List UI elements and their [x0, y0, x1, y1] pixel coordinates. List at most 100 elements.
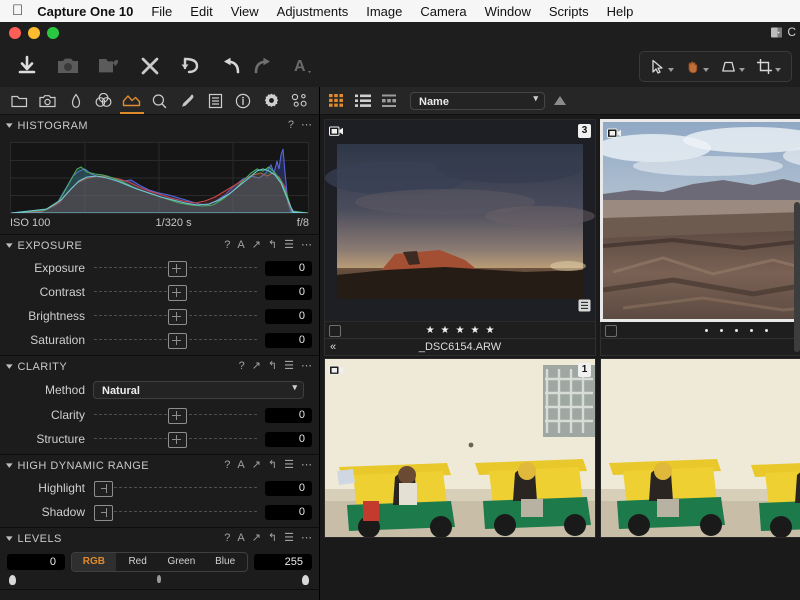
sidebar-item-color[interactable] — [93, 88, 115, 114]
reset-icon[interactable]: ↰ — [268, 240, 277, 251]
chevron-down-icon[interactable]: ▾ — [6, 240, 13, 251]
menu-item-view[interactable]: View — [231, 4, 259, 19]
slider-handle[interactable] — [168, 261, 187, 277]
keystone-tool-icon[interactable] — [716, 59, 749, 75]
help-icon[interactable]: ? — [224, 533, 230, 544]
chevron-down-icon[interactable]: ▾ — [6, 460, 13, 471]
thumbnail-checkbox[interactable] — [329, 325, 341, 337]
chevron-down-icon[interactable]: ▾ — [6, 361, 13, 372]
minimize-button[interactable] — [28, 27, 40, 39]
thumbnail-checkbox[interactable] — [605, 325, 617, 337]
chevron-down-icon[interactable] — [703, 68, 709, 72]
reset-icon[interactable]: ↰ — [268, 533, 277, 544]
menu-icon[interactable]: ☰ — [284, 460, 294, 471]
sidebar-item-local-adjustments[interactable] — [176, 88, 198, 114]
levels-channel-green[interactable]: Green — [160, 553, 204, 571]
clarity-slider[interactable] — [94, 407, 257, 423]
clarity-value[interactable]: 0 — [265, 408, 312, 423]
copy-icon[interactable]: ↗ — [252, 240, 261, 251]
saturation-slider[interactable] — [94, 332, 257, 348]
menu-item-edit[interactable]: Edit — [190, 4, 212, 19]
star-icon[interactable]: ★ — [470, 325, 479, 336]
delete-icon[interactable] — [137, 53, 163, 79]
menu-item-file[interactable]: File — [151, 4, 172, 19]
sidebar-item-metadata[interactable] — [232, 88, 254, 114]
auto-icon[interactable]: A — [237, 533, 244, 544]
shadow-slider[interactable] — [94, 504, 257, 520]
help-icon[interactable]: ? — [288, 120, 294, 131]
copy-icon[interactable]: ↗ — [252, 361, 261, 372]
sidebar-item-details[interactable] — [148, 88, 170, 114]
levels-white-marker[interactable] — [302, 575, 309, 585]
undo-icon[interactable] — [219, 53, 245, 79]
menu-icon[interactable]: ☰ — [284, 533, 294, 544]
thumbnail-image[interactable] — [600, 358, 800, 538]
import-images-icon[interactable] — [14, 53, 40, 79]
clarity-header[interactable]: ▾ CLARITY ? ↗ ↰ ☰ ⋯ — [0, 356, 319, 377]
browser-scrollbar[interactable] — [794, 202, 800, 352]
more-icon[interactable]: ⋯ — [301, 460, 312, 471]
copy-icon[interactable]: ↗ — [252, 533, 261, 544]
more-icon[interactable]: ⋯ — [301, 361, 312, 372]
sidebar-item-capture[interactable] — [37, 88, 59, 114]
zoom-button[interactable] — [47, 27, 59, 39]
chevron-down-icon[interactable] — [668, 68, 674, 72]
brightness-slider[interactable] — [94, 308, 257, 324]
sidebar-item-exposure[interactable] — [121, 88, 143, 114]
app-name-label[interactable]: Capture One 10 — [37, 4, 133, 19]
grid-view-icon[interactable] — [328, 93, 345, 108]
sidebar-item-batch[interactable] — [288, 88, 310, 114]
sidebar-item-library[interactable] — [9, 88, 31, 114]
thumbnail-cell[interactable] — [600, 358, 800, 538]
saturation-value[interactable]: 0 — [265, 333, 312, 348]
help-icon[interactable]: ? — [224, 460, 230, 471]
menu-item-camera[interactable]: Camera — [420, 4, 466, 19]
auto-icon[interactable]: A — [237, 240, 244, 251]
exposure-slider[interactable] — [94, 260, 257, 276]
thumbnail-rating[interactable] — [601, 322, 800, 338]
thumbnail-image[interactable]: 1 — [324, 358, 596, 538]
reset-icon[interactable] — [178, 53, 204, 79]
sidebar-item-lens[interactable] — [65, 88, 87, 114]
hdr-header[interactable]: ▾ HIGH DYNAMIC RANGE ? A ↗ ↰ ☰ ⋯ — [0, 455, 319, 476]
pointer-tool-icon[interactable] — [646, 59, 678, 75]
shadow-value[interactable]: 0 — [265, 505, 312, 520]
help-icon[interactable]: ? — [239, 361, 245, 372]
histogram-header[interactable]: ▾ HISTOGRAM ? ⋯ — [0, 115, 319, 136]
slider-handle[interactable] — [168, 432, 187, 448]
thumbnail-image[interactable]: 3 — [324, 119, 596, 322]
menu-item-image[interactable]: Image — [366, 4, 402, 19]
levels-black-point[interactable]: 0 — [7, 554, 65, 570]
auto-icon[interactable]: A — [237, 460, 244, 471]
menu-icon[interactable]: ☰ — [284, 361, 294, 372]
contrast-slider[interactable] — [94, 284, 257, 300]
more-icon[interactable]: ⋯ — [301, 120, 312, 131]
levels-black-marker[interactable] — [9, 575, 16, 585]
structure-slider[interactable] — [94, 431, 257, 447]
star-icon[interactable]: ★ — [441, 325, 450, 336]
star-icon[interactable]: ★ — [426, 325, 435, 336]
slider-handle[interactable] — [94, 505, 113, 521]
thumbnail-cell[interactable]: 1 — [324, 358, 596, 538]
more-icon[interactable]: ⋯ — [301, 240, 312, 251]
slider-handle[interactable] — [168, 285, 187, 301]
clarity-method-select[interactable]: Natural ▾ — [93, 381, 304, 399]
menu-item-adjustments[interactable]: Adjustments — [277, 4, 349, 19]
sort-select[interactable]: Name ▾ — [410, 92, 545, 110]
levels-header[interactable]: ▾ LEVELS ? A ↗ ↰ ☰ ⋯ — [0, 528, 319, 549]
levels-channel-blue[interactable]: Blue — [203, 553, 247, 571]
chevron-down-icon[interactable] — [775, 68, 781, 72]
star-icon[interactable]: ★ — [456, 325, 465, 336]
sort-direction-icon[interactable] — [554, 96, 566, 105]
menu-icon[interactable]: ☰ — [284, 240, 294, 251]
menu-item-scripts[interactable]: Scripts — [549, 4, 589, 19]
copy-icon[interactable]: ↗ — [252, 460, 261, 471]
reset-icon[interactable]: ↰ — [268, 361, 277, 372]
menu-item-help[interactable]: Help — [607, 4, 634, 19]
list-view-icon[interactable] — [354, 93, 371, 108]
chevron-down-icon[interactable]: ▾ — [6, 533, 13, 544]
reset-icon[interactable]: ↰ — [268, 460, 277, 471]
slider-handle[interactable] — [94, 481, 113, 497]
thumbnail-cell[interactable]: 3 ★ ★ ★ ★ ★ « _DS — [324, 119, 596, 356]
exposure-header[interactable]: ▾ EXPOSURE ? A ↗ ↰ ☰ ⋯ — [0, 235, 319, 256]
